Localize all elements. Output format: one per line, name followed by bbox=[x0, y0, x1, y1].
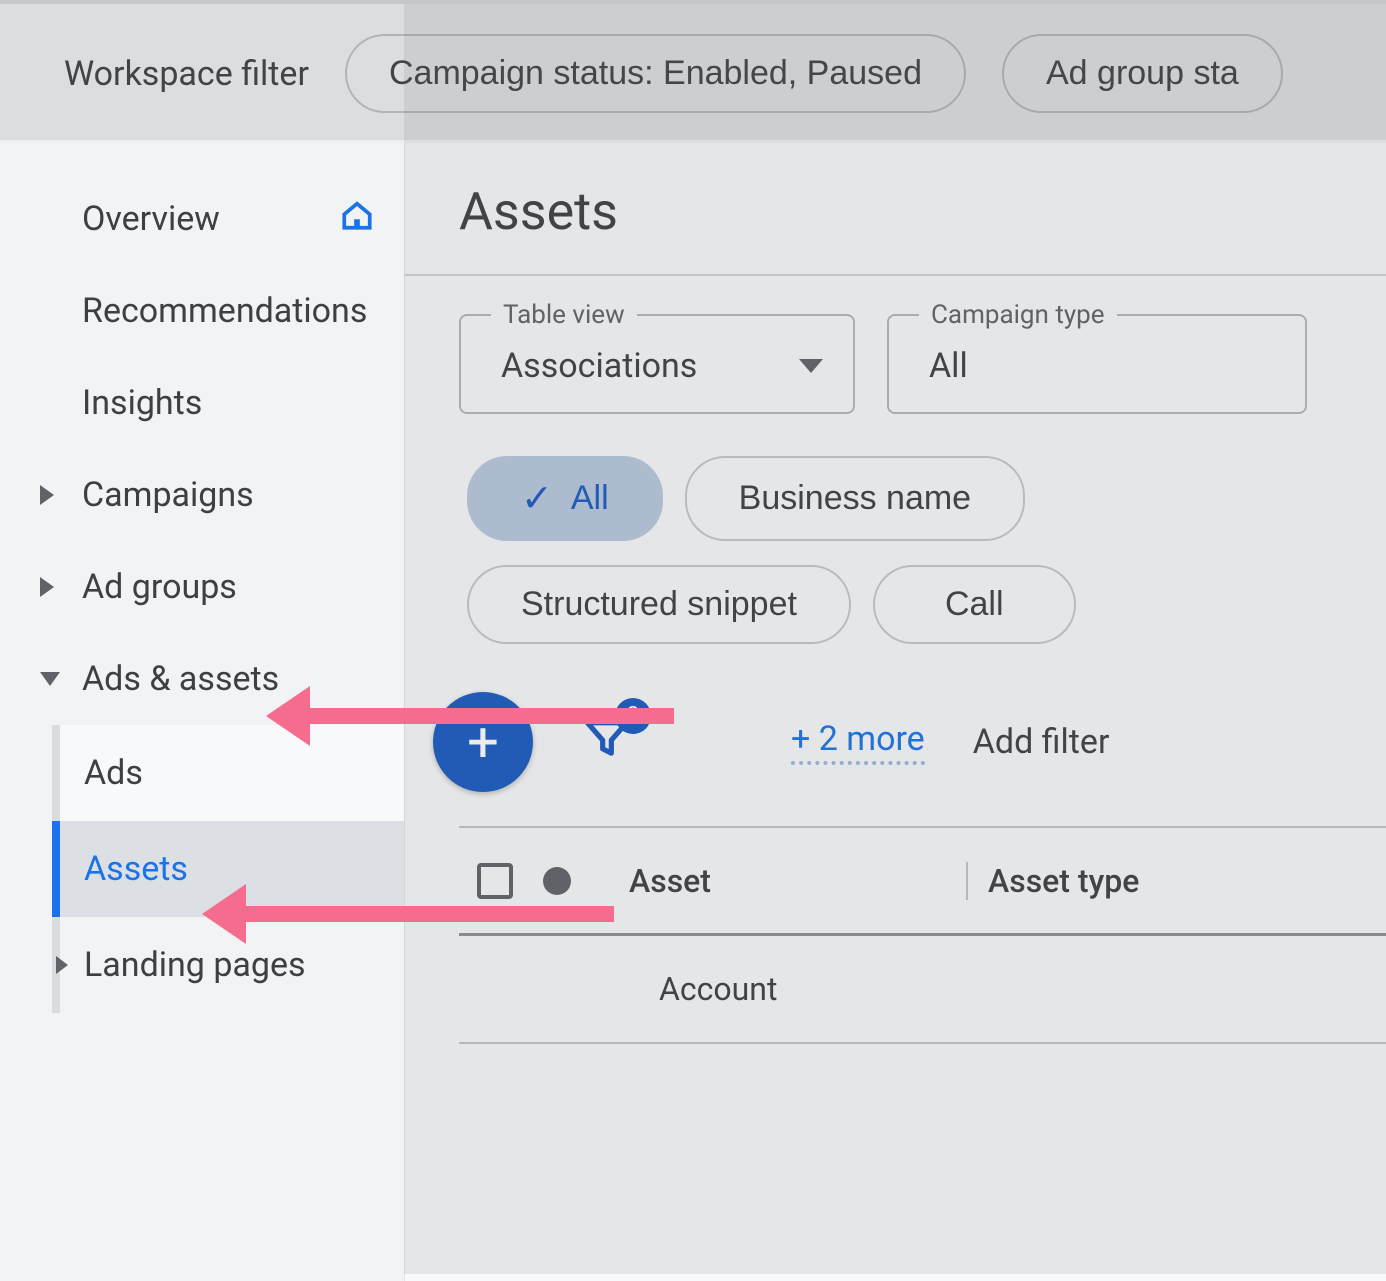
sidebar-item-label: Ads bbox=[84, 753, 143, 793]
pill-label: Structured snippet bbox=[521, 585, 797, 624]
workspace-filter-label: Workspace filter bbox=[64, 54, 309, 94]
pill-label: Call bbox=[945, 585, 1004, 624]
status-dot-icon bbox=[543, 867, 571, 895]
sidebar-item-label: Assets bbox=[84, 849, 188, 889]
more-filters-link[interactable]: + 2 more bbox=[791, 719, 925, 765]
sidebar-item-ad-groups[interactable]: Ad groups bbox=[0, 541, 404, 633]
annotation-arrow-ads-assets bbox=[304, 708, 674, 724]
sidebar-item-label: Overview bbox=[82, 199, 220, 239]
column-header-asset[interactable]: Asset bbox=[589, 862, 966, 900]
home-icon bbox=[340, 198, 374, 241]
caret-down-icon bbox=[40, 672, 60, 686]
sidebar-item-insights[interactable]: Insights bbox=[0, 357, 404, 449]
sidebar-item-label: Insights bbox=[82, 383, 202, 423]
add-filter-button[interactable]: Add filter bbox=[973, 722, 1110, 762]
pill-label: Business name bbox=[739, 479, 971, 518]
table-group-label: Account bbox=[589, 970, 966, 1008]
sidebar-item-overview[interactable]: Overview bbox=[0, 173, 404, 265]
sidebar-item-recommendations[interactable]: Recommendations bbox=[0, 265, 404, 357]
pill-label: All bbox=[571, 479, 609, 518]
asset-type-pill-structured-snippet[interactable]: Structured snippet bbox=[467, 565, 851, 644]
field-value: All bbox=[929, 346, 968, 386]
workspace-filter-bar: Workspace filter Campaign status: Enable… bbox=[0, 4, 1386, 143]
caret-right-icon bbox=[40, 485, 54, 505]
sidebar-item-label: Ad groups bbox=[82, 567, 237, 607]
asset-type-pill-call[interactable]: Call bbox=[873, 565, 1076, 644]
select-all-checkbox[interactable] bbox=[477, 863, 513, 899]
asset-type-pill-all[interactable]: ✓ All bbox=[467, 456, 663, 541]
divider bbox=[405, 274, 1386, 276]
add-asset-button[interactable]: + bbox=[433, 692, 533, 792]
page-title: Assets bbox=[459, 181, 1386, 242]
assets-table: Asset Asset type Account bbox=[459, 826, 1386, 1044]
sidebar-item-campaigns[interactable]: Campaigns bbox=[0, 449, 404, 541]
table-group-row: Account bbox=[459, 936, 1386, 1044]
filter-chip-ad-group-status[interactable]: Ad group sta bbox=[1002, 34, 1283, 113]
filter-chip-campaign-status[interactable]: Campaign status: Enabled, Paused bbox=[345, 34, 966, 113]
caret-right-icon bbox=[40, 577, 54, 597]
field-value: Associations bbox=[501, 346, 697, 386]
field-label: Campaign type bbox=[919, 300, 1117, 330]
sidebar-subitem-ads[interactable]: Ads bbox=[60, 725, 404, 821]
sidebar-item-label: Ads & assets bbox=[82, 659, 279, 699]
check-icon: ✓ bbox=[521, 476, 553, 521]
annotation-arrow-assets bbox=[240, 906, 614, 922]
column-header-asset-type[interactable]: Asset type bbox=[966, 862, 1386, 900]
sidebar-item-label: Recommendations bbox=[82, 291, 367, 331]
field-label: Table view bbox=[491, 300, 637, 330]
table-view-select[interactable]: Table view Associations bbox=[459, 314, 855, 414]
sidebar-item-label: Landing pages bbox=[84, 945, 306, 985]
caret-right-icon bbox=[56, 956, 68, 974]
campaign-type-select[interactable]: Campaign type All bbox=[887, 314, 1307, 414]
sidebar-item-label: Campaigns bbox=[82, 475, 254, 515]
asset-type-pill-business-name[interactable]: Business name bbox=[685, 456, 1025, 541]
chevron-down-icon bbox=[799, 359, 823, 373]
